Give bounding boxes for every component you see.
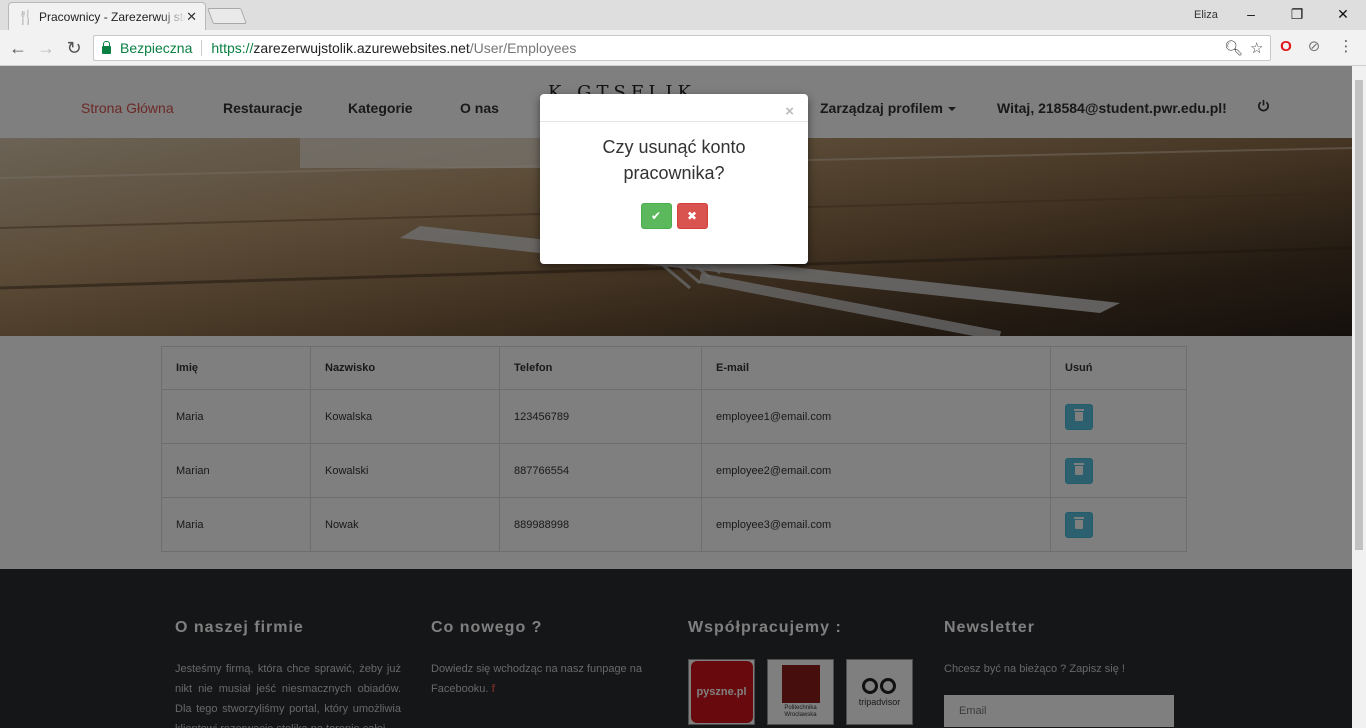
forward-icon[interactable]: → (35, 37, 57, 59)
window-close-icon[interactable]: ✕ (1320, 4, 1366, 24)
restore-icon[interactable]: ❐ (1274, 4, 1320, 24)
opera-icon[interactable]: O (1276, 37, 1296, 57)
back-icon[interactable]: ← (7, 37, 29, 59)
check-icon: ✔ (650, 209, 662, 223)
browser-tab[interactable]: 🍴 Pracownicy - Zarezerwuj stolik ✕ (8, 2, 206, 30)
browser-toolbar: ← → ↻ Bezpieczna https:// zarezerwujstol… (0, 30, 1366, 66)
address-bar[interactable]: Bezpieczna https:// zarezerwujstolik.azu… (93, 35, 1271, 61)
close-tab-icon[interactable]: ✕ (186, 9, 197, 25)
fork-knife-icon: 🍴 (17, 8, 35, 25)
scrollbar-thumb[interactable] (1355, 80, 1363, 550)
omnibox-separator (201, 40, 203, 56)
modal-header: × (540, 94, 808, 122)
confirm-button[interactable]: ✔ (640, 203, 672, 229)
modal-close-icon[interactable]: × (785, 104, 794, 119)
lock-icon (102, 41, 111, 54)
x-icon: ✖ (686, 209, 698, 223)
secure-label: Bezpieczna (120, 40, 193, 56)
menu-icon[interactable]: ⋮ (1336, 37, 1356, 57)
modal-actions: ✔ ✖ (540, 203, 808, 229)
modal-message: Czy usunąć konto pracownika? (602, 137, 746, 183)
url-path: /User/Employees (469, 40, 577, 56)
bookmark-star-icon[interactable]: ☆ (1250, 36, 1263, 62)
extension-icon[interactable]: ⊘ (1304, 37, 1324, 57)
new-tab-button[interactable] (207, 8, 247, 24)
reload-icon[interactable]: ↻ (63, 37, 85, 59)
profile-name[interactable]: Eliza (1194, 9, 1218, 21)
minimize-icon[interactable]: – (1228, 4, 1274, 24)
url-scheme: https:// (211, 40, 254, 56)
page-scrollbar[interactable] (1352, 66, 1366, 728)
url-host: zarezerwujstolik.azurewebsites.net (253, 40, 470, 56)
zoom-icon[interactable]: 🔍︎ (1224, 36, 1243, 62)
tab-title: Pracownicy - Zarezerwuj stolik (39, 9, 187, 24)
cancel-button[interactable]: ✖ (676, 203, 708, 229)
delete-confirm-modal: × Czy usunąć konto pracownika? ✔ ✖ (540, 94, 808, 264)
browser-tab-bar: 🍴 Pracownicy - Zarezerwuj stolik ✕ Eliza… (0, 0, 1366, 30)
